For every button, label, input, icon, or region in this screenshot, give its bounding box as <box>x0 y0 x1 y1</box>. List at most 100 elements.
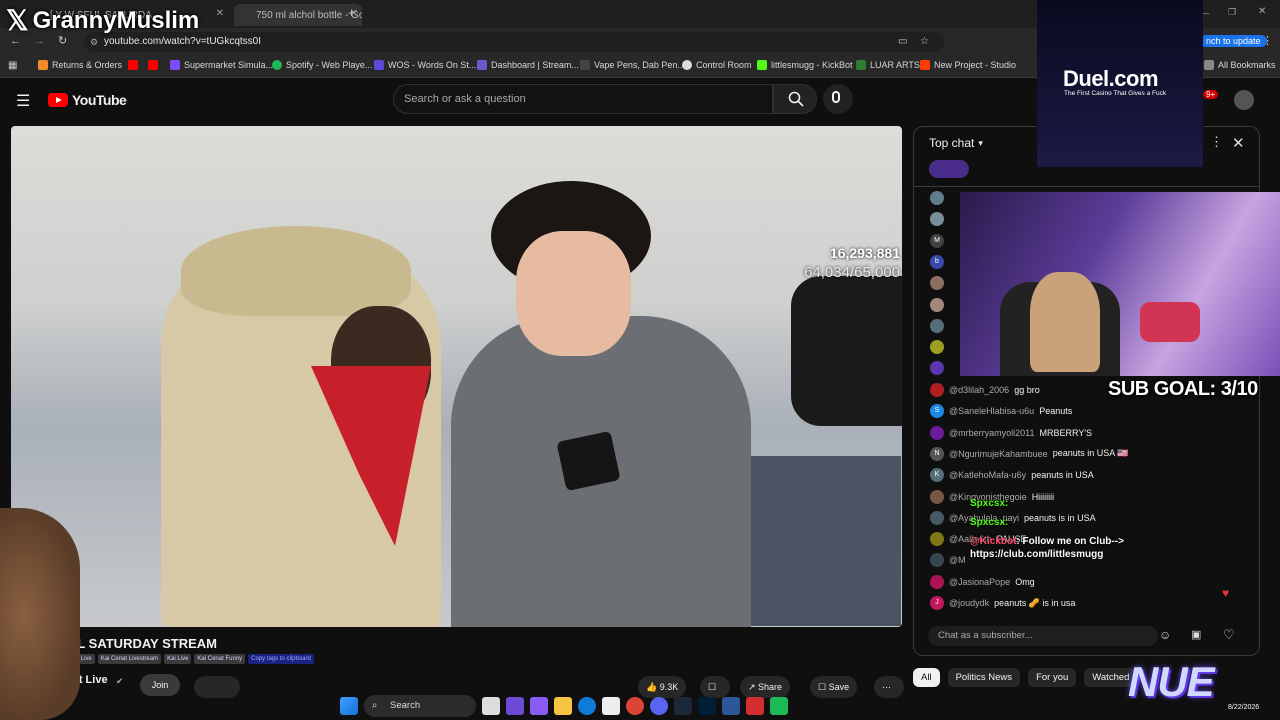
heart-icon[interactable]: ♡ <box>1223 627 1235 643</box>
chat-username[interactable]: @mrberryamyoli2011 <box>949 428 1035 438</box>
chrome-menu-icon[interactable]: ⋮ <box>1262 34 1273 47</box>
tag-chip[interactable]: Kai Cenat Funny <box>194 654 246 664</box>
bookmark-vape[interactable]: Vape Pens, Dab Pen... <box>580 60 685 70</box>
relaunch-button[interactable]: nch to update <box>1200 35 1267 47</box>
bookmark-studio[interactable]: New Project - Studio <box>920 60 1016 70</box>
bookmark-yt2[interactable] <box>148 60 158 70</box>
chat-avatar[interactable]: K <box>930 468 944 483</box>
chat-avatar[interactable] <box>930 191 944 205</box>
chrome-icon[interactable] <box>626 697 644 715</box>
video-player[interactable]: 16,293,881 64,034/65,000 <box>11 126 902 627</box>
filter-chip[interactable]: All <box>913 668 940 687</box>
notepad-icon[interactable] <box>722 697 740 715</box>
chat-message[interactable]: S @SaneleHlabisa-u6u Peanuts <box>930 402 1072 420</box>
bookmark-spotify[interactable]: Spotify - Web Playe... <box>272 60 372 70</box>
chat-message[interactable]: K @KatlehoMafa-u6y peanuts in USA <box>930 466 1094 484</box>
chat-text: gg bro <box>1014 385 1040 395</box>
chat-message[interactable]: N @NgurimujeKahambuee peanuts in USA 🇺🇸 <box>930 445 1128 463</box>
bookmark-all[interactable]: All Bookmarks <box>1204 60 1276 70</box>
discord-icon[interactable] <box>650 697 668 715</box>
super-sticker-chip[interactable] <box>929 160 969 178</box>
chat-message[interactable]: @d3lilah_2006 gg bro <box>930 381 1040 399</box>
address-bar[interactable]: ⚙ youtube.com/watch?v=tUGkcqtss0I ▭ ☆ <box>84 32 944 52</box>
hamburger-menu-icon[interactable]: ☰ <box>16 91 30 111</box>
filter-chip[interactable]: For you <box>1028 668 1077 687</box>
tag-chip[interactable]: Kai Cenat Livestream <box>97 654 162 664</box>
windows-start-icon[interactable] <box>340 697 358 715</box>
chat-avatar[interactable] <box>930 383 944 397</box>
top-chat-dropdown[interactable]: Top chat ▾ <box>929 136 983 150</box>
chat-message[interactable]: @JasionaPope Omg <box>930 573 1035 591</box>
youtube-logo[interactable]: YouTube <box>48 92 127 108</box>
voice-search-button[interactable] <box>823 84 853 114</box>
copy-tags-button[interactable]: Copy tags to clipboard <box>248 654 314 664</box>
chat-more-icon[interactable]: ⋮ <box>1210 134 1223 150</box>
cast-icon[interactable]: ▭ <box>898 32 907 52</box>
file-explorer-icon[interactable] <box>554 697 572 715</box>
chat-message[interactable]: @M <box>930 551 971 569</box>
close-icon[interactable]: ✕ <box>1232 134 1245 152</box>
chat-username[interactable]: @JasionaPope <box>949 577 1010 587</box>
bookmark-star-icon[interactable]: ☆ <box>920 32 929 52</box>
teams-icon[interactable] <box>506 697 524 715</box>
apps-grid-icon[interactable]: ▦ <box>8 60 17 71</box>
bookmark-returns[interactable]: Returns & Orders <box>38 60 122 70</box>
chat-avatar[interactable] <box>930 340 944 355</box>
chat-avatar[interactable]: S <box>930 404 944 419</box>
taskbar-search[interactable]: ⌕ Search <box>364 695 476 717</box>
new-tab-button[interactable]: + <box>348 6 355 20</box>
emoji-icon[interactable]: ☺ <box>1159 628 1171 642</box>
edge-icon[interactable] <box>578 697 596 715</box>
search-button[interactable] <box>773 84 817 114</box>
chat-avatar[interactable] <box>930 297 944 312</box>
bookmark-wos[interactable]: WOS - Words On St... <box>374 60 476 70</box>
bookmark-supermarket[interactable]: Supermarket Simula... <box>170 60 273 70</box>
chat-username[interactable]: @d3lilah_2006 <box>949 385 1009 395</box>
tab-close-icon[interactable]: ✕ <box>216 8 224 19</box>
chat-avatar[interactable] <box>930 532 944 547</box>
chat-avatar[interactable] <box>930 510 944 525</box>
chat-avatar[interactable] <box>930 574 944 589</box>
chat-avatar[interactable] <box>930 318 944 333</box>
chat-avatar[interactable] <box>930 489 944 504</box>
chat-avatar[interactable]: N <box>930 446 944 461</box>
join-button[interactable]: Join <box>140 674 180 696</box>
task-view-icon[interactable] <box>482 697 500 715</box>
chat-username[interactable]: @M <box>949 555 966 565</box>
bookmark-control-room[interactable]: Control Room <box>682 60 752 70</box>
copilot-icon[interactable] <box>530 697 548 715</box>
chat-input[interactable]: Chat as a subscriber... <box>928 626 1158 646</box>
steam-icon[interactable] <box>674 697 692 715</box>
maximize-icon[interactable]: ❐ <box>1228 7 1236 18</box>
chat-username[interactable]: @SaneleHlabisa-u6u <box>949 406 1034 416</box>
store-icon[interactable] <box>602 697 620 715</box>
app-icon[interactable] <box>770 697 788 715</box>
search-input[interactable]: Search or ask a question <box>393 84 773 114</box>
chat-avatar[interactable] <box>930 425 944 440</box>
chat-avatar[interactable]: b <box>930 254 944 269</box>
bookmark-kickbot[interactable]: littlesmugg - KickBot <box>757 60 853 70</box>
chat-message[interactable]: @mrberryamyoli2011 MRBERRY'S <box>930 424 1092 442</box>
bookmark-dashboard[interactable]: Dashboard | Stream... <box>477 60 579 70</box>
tab-google[interactable]: 750 ml alchol bottle - Google ✕ <box>234 4 362 26</box>
chat-message[interactable]: J @joudydk peanuts 🥜 is in usa <box>930 594 1075 612</box>
chat-text: Omg <box>1015 576 1035 587</box>
photoshop-icon[interactable] <box>698 697 716 715</box>
super-chat-icon[interactable]: ▣ <box>1191 628 1201 641</box>
chat-avatar[interactable]: M <box>930 233 944 248</box>
notification-badge[interactable]: 9+ <box>1203 90 1219 99</box>
kick-bot-line: @Kickbot: Follow me on Club--> <box>970 536 1170 547</box>
chat-avatar[interactable] <box>930 553 944 568</box>
tag-chip[interactable]: Kai Live <box>164 654 192 664</box>
chat-username[interactable]: @KatlehoMafa-u6y <box>949 470 1026 480</box>
adobe-icon[interactable] <box>746 697 764 715</box>
chat-avatar[interactable]: J <box>930 596 944 610</box>
filter-chip[interactable]: Politics News <box>947 668 1021 687</box>
bookmark-yt1[interactable] <box>128 60 138 70</box>
chat-username[interactable]: @NgurimujeKahambuee <box>949 449 1048 459</box>
bookmark-luar[interactable]: LUAR ARTS <box>856 60 920 70</box>
close-window-icon[interactable]: ✕ <box>1258 6 1266 17</box>
notification-bell-button[interactable] <box>194 676 240 698</box>
chat-username[interactable]: @joudydk <box>949 598 989 608</box>
avatar[interactable] <box>1234 90 1254 110</box>
